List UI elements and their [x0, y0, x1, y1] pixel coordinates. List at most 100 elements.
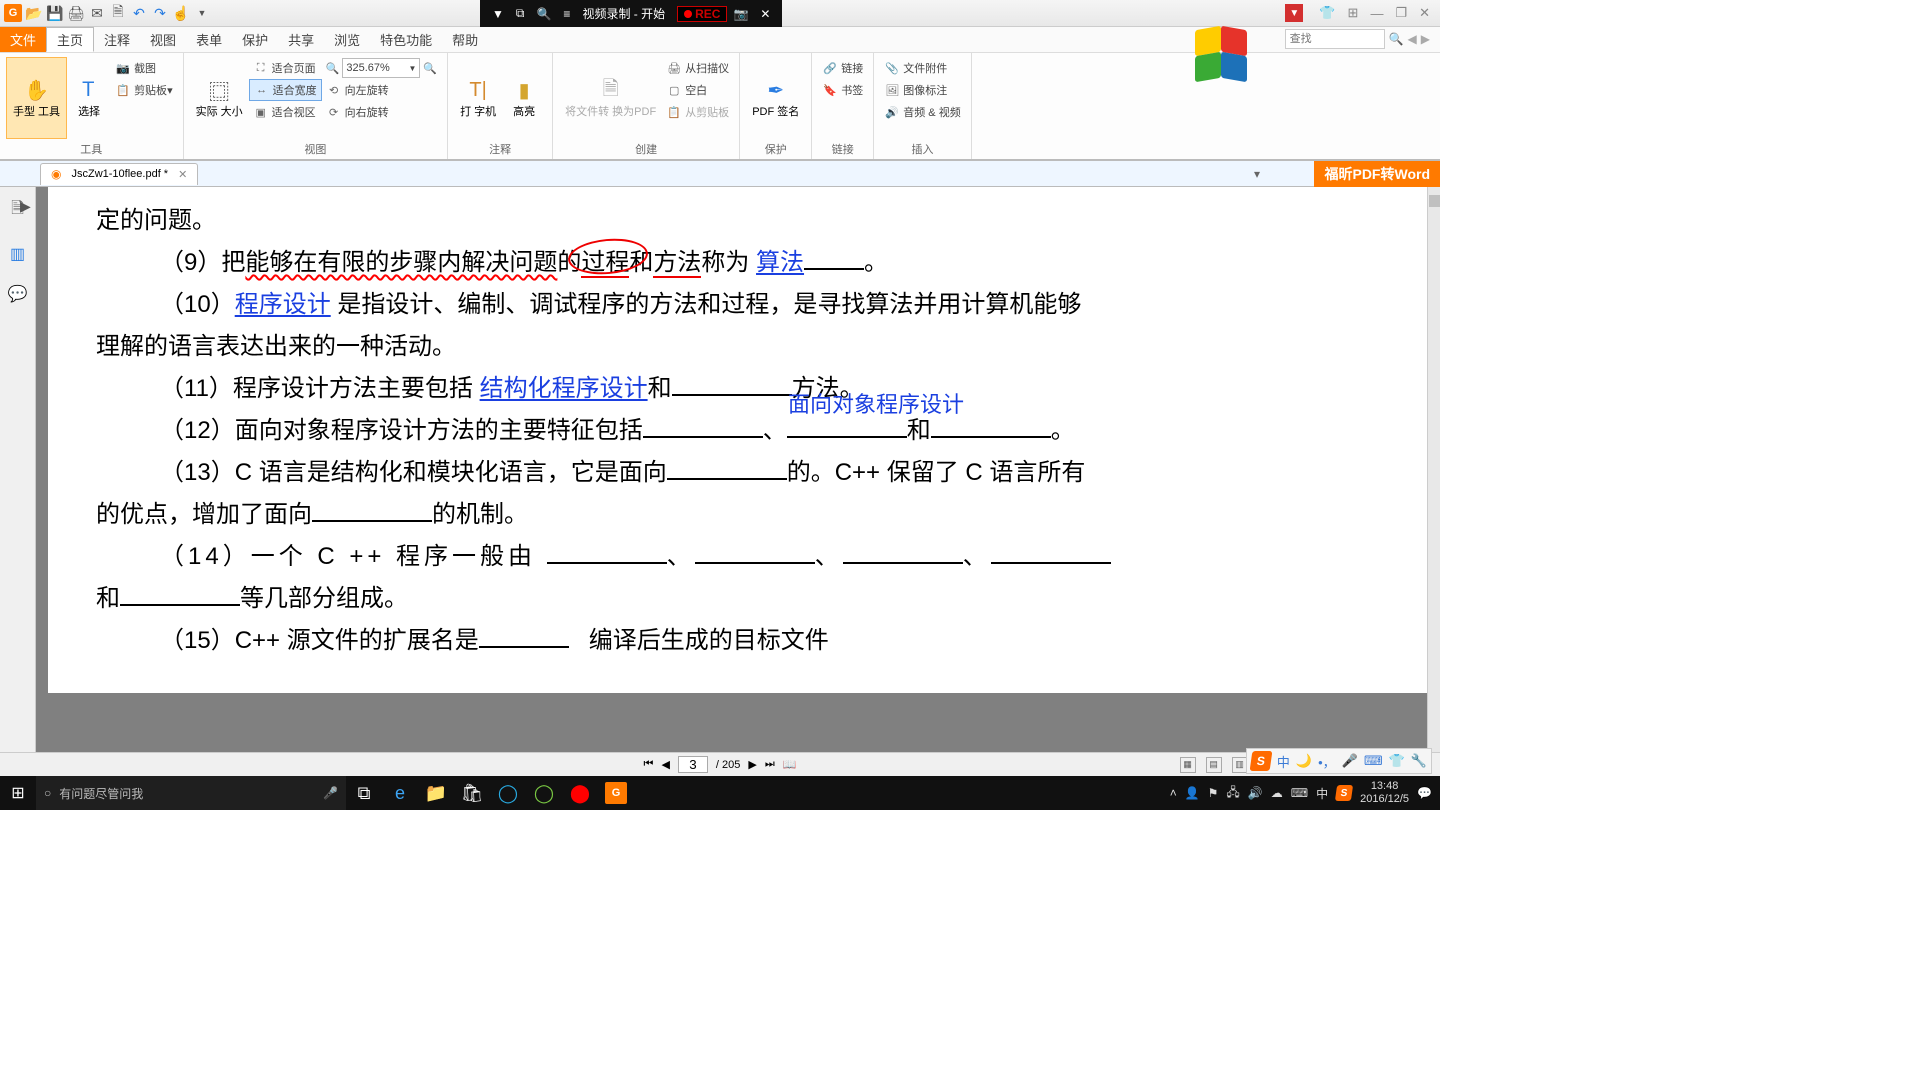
zoom-select[interactable]: 325.67%▼	[342, 58, 420, 78]
typewriter-button[interactable]: T|打 字机	[454, 57, 502, 139]
menu-comment[interactable]: 注释	[94, 27, 140, 52]
search-prev-icon[interactable]: ◀	[1408, 32, 1417, 46]
rotate-right-button[interactable]: ⟳向右旋转	[322, 101, 441, 123]
undo-icon[interactable]: ↶	[130, 4, 148, 22]
document-tab[interactable]: ◉ JscZw1-10flee.pdf * ✕	[40, 163, 198, 185]
tab-dropdown-icon[interactable]: ▾	[1254, 167, 1260, 181]
ime-mic-icon[interactable]: 🎤	[1342, 753, 1358, 769]
tray-sync-icon[interactable]: ☁	[1271, 786, 1283, 800]
fit-visible-button[interactable]: ▣适合视区	[249, 101, 322, 123]
annotation-text[interactable]: 面向对象程序设计	[788, 385, 964, 425]
search-icon[interactable]: 🔍	[1389, 32, 1404, 46]
fit-width-button[interactable]: ↔适合宽度	[249, 79, 322, 101]
zoom-in-icon[interactable]: 🔍	[423, 62, 437, 75]
action-center-icon[interactable]: 💬	[1417, 786, 1432, 800]
tray-keyboard-icon[interactable]: ⌨	[1291, 786, 1308, 800]
ime-moon-icon[interactable]: 🌙	[1296, 753, 1312, 769]
first-page-icon[interactable]: ⏮	[644, 758, 654, 771]
search-input[interactable]	[1285, 29, 1385, 49]
comments-panel-icon[interactable]: 💬	[8, 284, 28, 304]
rec-zoom-icon[interactable]: 🔍	[530, 7, 557, 21]
rec-button[interactable]: REC	[677, 6, 727, 22]
hand-icon[interactable]: ☝	[172, 4, 190, 22]
tray-vol-icon[interactable]: 🔊	[1248, 786, 1263, 800]
skin-icon[interactable]: 👕	[1319, 5, 1335, 21]
print-icon[interactable]: 🖨	[67, 4, 85, 22]
tray-up-icon[interactable]: ˄	[1170, 786, 1177, 800]
ime-punct-icon[interactable]: •，	[1318, 752, 1336, 771]
grid-icon[interactable]: ⊞	[1348, 5, 1359, 21]
start-button[interactable]: ⊞	[0, 776, 36, 810]
menu-protect[interactable]: 保护	[232, 27, 278, 52]
prev-page-icon[interactable]: ◀	[661, 758, 669, 771]
rec-close-icon[interactable]: ✕	[754, 7, 776, 21]
reading-mode-icon[interactable]: 📖	[783, 758, 797, 771]
gift-icon[interactable]: ▼	[1285, 4, 1303, 22]
clock[interactable]: 13:482016/12/5	[1360, 780, 1409, 806]
fit-page-button[interactable]: ⛶适合页面	[249, 57, 322, 79]
ime-skin-icon[interactable]: 👕	[1389, 753, 1405, 769]
menu-browse[interactable]: 浏览	[324, 27, 370, 52]
view-mode-2-icon[interactable]: ▤	[1206, 757, 1222, 773]
vertical-scrollbar[interactable]	[1427, 187, 1440, 752]
tray-net-icon[interactable]: 🖧	[1226, 783, 1239, 804]
edge-icon[interactable]: e	[382, 776, 418, 810]
annotation-fill[interactable]: 算法	[756, 249, 804, 276]
cortana-search[interactable]: ○ 有问题尽管问我 🎤	[36, 776, 346, 810]
tray-people-icon[interactable]: 👤	[1185, 786, 1200, 800]
pdf-to-word-button[interactable]: 福昕PDF转Word	[1314, 161, 1440, 187]
bookmark-button[interactable]: 🔖书签	[818, 79, 867, 101]
link-button[interactable]: 🔗链接	[818, 57, 867, 79]
ime-toolbar[interactable]: S 中 🌙 •， 🎤 ⌨ 👕 🔧	[1246, 748, 1432, 774]
select-tool-button[interactable]: Ꭲ选择	[67, 57, 111, 139]
menu-help[interactable]: 帮助	[442, 27, 488, 52]
menu-share[interactable]: 共享	[278, 27, 324, 52]
highlight-button[interactable]: ▮高亮	[502, 57, 546, 139]
from-scanner-button[interactable]: 🖨从扫描仪	[662, 57, 733, 79]
explorer-icon[interactable]: 📁	[418, 776, 454, 810]
rec-dropdown[interactable]: ▼	[486, 7, 510, 21]
ime-keyboard-icon[interactable]: ⌨	[1364, 753, 1383, 769]
redo-icon[interactable]: ↷	[151, 4, 169, 22]
email-icon[interactable]: ✉	[88, 4, 106, 22]
last-page-icon[interactable]: ⏭	[765, 758, 775, 771]
menu-form[interactable]: 表单	[186, 27, 232, 52]
save-icon[interactable]: 💾	[46, 4, 64, 22]
restore-icon[interactable]: ❐	[1395, 5, 1407, 21]
app-logo[interactable]: G	[4, 4, 22, 22]
tray-flag-icon[interactable]: ⚑	[1208, 786, 1219, 800]
rec-window-icon[interactable]: ⧉	[510, 6, 531, 21]
foxit-taskbar-icon[interactable]: G	[598, 776, 634, 810]
pages-panel-icon[interactable]: ▥	[10, 244, 25, 264]
ime-tool-icon[interactable]: 🔧	[1411, 753, 1427, 769]
file-attachment-button[interactable]: 📎文件附件	[880, 57, 964, 79]
close-icon[interactable]: ✕	[1419, 5, 1430, 21]
actual-size-button[interactable]: ⿴实际 大小	[190, 57, 249, 139]
hand-tool-button[interactable]: ✋手型 工具	[6, 57, 67, 139]
menu-feature[interactable]: 特色功能	[370, 27, 442, 52]
search-next-icon[interactable]: ▶	[1421, 32, 1430, 46]
close-tab-icon[interactable]: ✕	[178, 168, 187, 181]
view-mode-1-icon[interactable]: ▦	[1180, 757, 1196, 773]
pdf-sign-button[interactable]: ✒PDF 签名	[746, 57, 805, 139]
menu-view[interactable]: 视图	[140, 27, 186, 52]
app-blue-icon[interactable]: ◯	[490, 776, 526, 810]
store-icon[interactable]: 🛍	[454, 776, 490, 810]
annotation-fill[interactable]: 结构化程序设计	[480, 375, 648, 402]
rec-camera-icon[interactable]: 📷	[727, 7, 754, 21]
menu-home[interactable]: 主页	[46, 27, 94, 52]
annotation-fill[interactable]: 程序设计	[235, 291, 331, 318]
ime-lang-icon[interactable]: 中	[1277, 752, 1290, 771]
mic-icon[interactable]: 🎤	[323, 786, 338, 800]
tray-sogou-icon[interactable]: S	[1335, 785, 1353, 801]
next-page-icon[interactable]: ▶	[748, 758, 756, 771]
rotate-left-button[interactable]: ⟲向左旋转	[322, 79, 441, 101]
clipboard-button[interactable]: 📋剪贴板 ▾	[111, 79, 177, 101]
page-input[interactable]	[678, 756, 708, 773]
app-green-icon[interactable]: ◯	[526, 776, 562, 810]
sidebar-expand-icon[interactable]: ▶	[20, 198, 31, 215]
open-icon[interactable]: 📂	[25, 4, 43, 22]
tray-ime-label[interactable]: 中	[1316, 785, 1328, 802]
minimize-icon[interactable]: —	[1370, 6, 1383, 21]
rec-menu-icon[interactable]: ≡	[557, 7, 576, 21]
